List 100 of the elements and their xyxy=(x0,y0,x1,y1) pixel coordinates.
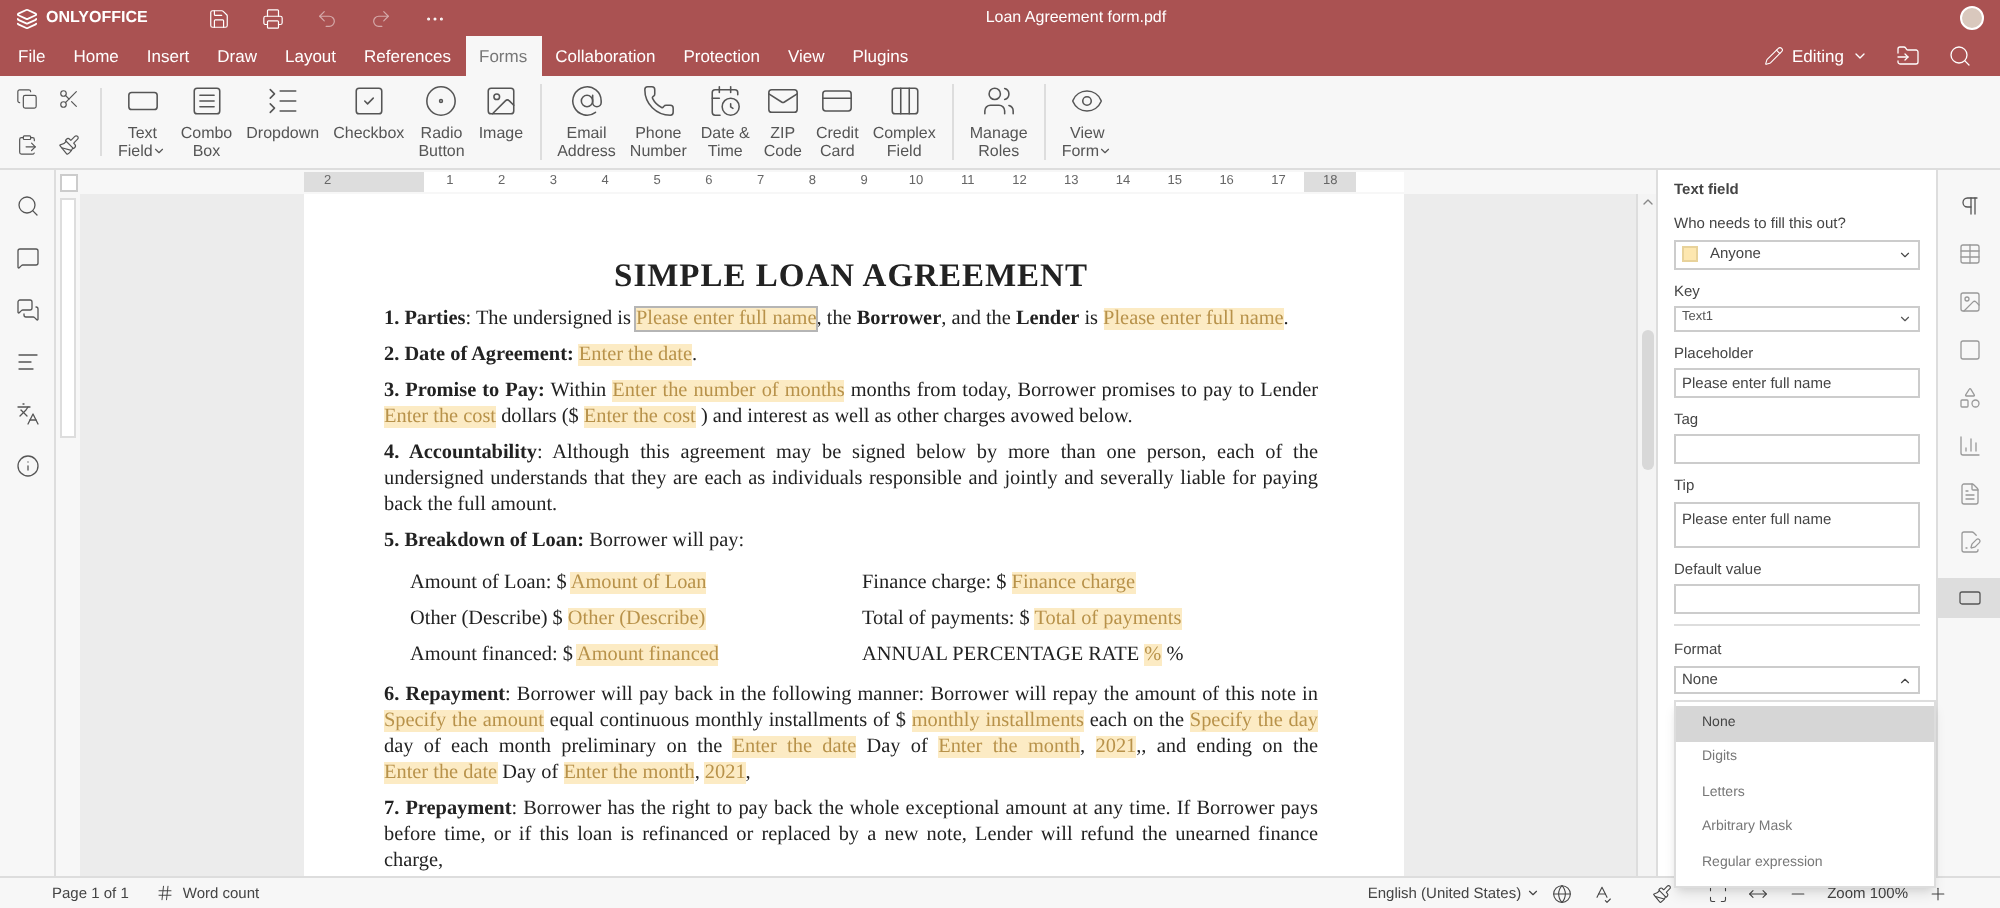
scissors-icon[interactable] xyxy=(58,88,80,110)
paragraph-text: Other (Describe) $ xyxy=(410,607,565,629)
paragraph-text: ,, and ending on the xyxy=(1136,736,1318,758)
paragraph-icon[interactable] xyxy=(1957,194,1981,218)
image-icon[interactable] xyxy=(1957,290,1981,314)
dropdown-icon xyxy=(265,84,300,118)
toolbar-button[interactable]: View Form xyxy=(1057,84,1117,160)
toolbar-button[interactable]: Text Field xyxy=(114,84,171,160)
menu-tab[interactable]: Collaboration xyxy=(541,36,670,76)
menu-tab[interactable]: View xyxy=(773,36,839,76)
paragraph-text: . xyxy=(692,344,698,366)
vertical-scrollbar[interactable] xyxy=(1636,194,1656,876)
paragraph-text: 7. Prepayment: Borrower has the right to pay back the whole exceptional amount at any time. If Borrower pays before time, or if this loan is refinanced or replaced by a new note, Lender will refund the unearned finance charge, xyxy=(384,798,1318,872)
toolbar-button[interactable]: Combo Box xyxy=(176,84,237,160)
copy-icon[interactable] xyxy=(16,88,38,110)
shapes-icon[interactable] xyxy=(1957,386,1981,410)
signature-icon[interactable] xyxy=(1957,530,1981,554)
input-field[interactable] xyxy=(1674,583,1920,614)
image-icon xyxy=(483,84,518,118)
phone-icon xyxy=(641,84,676,118)
paragraph-text: 4. Accountability: Although this agreement may be signed below by more than one person, each of the undersigned understands that they are each as individuals responsible and jointly and severally liable for paying back the full amount. xyxy=(384,442,1318,516)
word-count-icon[interactable] xyxy=(156,884,175,902)
app-logo: ONLYOFFICE xyxy=(46,6,148,30)
translate-icon[interactable] xyxy=(15,402,39,426)
document-title: SIMPLE LOAN AGREEMENT xyxy=(612,258,1090,294)
comment-icon[interactable] xyxy=(15,246,39,270)
caret-icon xyxy=(1898,247,1912,261)
paragraph-text: Amount financed: $ xyxy=(410,643,575,665)
paragraph-text: Day of xyxy=(500,762,561,784)
caret-icon xyxy=(1639,194,1655,210)
paragraph-text: each on the xyxy=(1087,710,1186,732)
combo-box-icon xyxy=(189,84,224,118)
menu-tab[interactable]: Layout xyxy=(271,36,351,76)
toolbar-button[interactable]: Date & Time xyxy=(696,84,754,160)
caret-icon xyxy=(1898,311,1912,326)
toolbar-button[interactable]: Image xyxy=(474,84,528,142)
save-icon[interactable] xyxy=(207,7,230,29)
paste-icon[interactable] xyxy=(16,134,38,156)
toolbar-button[interactable]: Email Address xyxy=(553,84,620,160)
paragraph-text: % xyxy=(1164,643,1184,665)
paragraph-text: 5. Breakdown of Loan: Borrower will pay: xyxy=(384,530,745,552)
envelope-icon xyxy=(765,84,800,118)
menu-tab[interactable]: Plugins xyxy=(838,36,923,76)
toolbar-button[interactable]: ZIP Code xyxy=(759,84,806,160)
paragraph-text: 1. Parties: The undersigned is xyxy=(384,308,633,330)
paragraph-text: equal continuous monthly installments of $ xyxy=(547,710,908,732)
menu-tab[interactable]: Home xyxy=(59,36,133,76)
toolbar-button[interactable]: Manage Roles xyxy=(965,84,1032,160)
brush-icon[interactable] xyxy=(58,134,80,156)
caret-icon xyxy=(1098,144,1113,158)
credit-card-icon xyxy=(820,84,855,118)
paragraph-text: . xyxy=(1283,308,1289,330)
folder-icon[interactable] xyxy=(1896,44,1920,68)
menu-tab[interactable]: Draw xyxy=(203,36,271,76)
info-icon[interactable] xyxy=(15,454,39,478)
paragraph-text: Finance charge: $ xyxy=(862,571,1009,593)
input-field[interactable] xyxy=(1674,434,1920,465)
menu-tab[interactable]: References xyxy=(350,36,465,76)
navigation-icon[interactable] xyxy=(15,350,39,374)
paragraph-text: 2. Date of Agreement: xyxy=(384,344,576,366)
caret-icon xyxy=(1525,886,1540,900)
paragraph-text: , xyxy=(694,762,702,784)
menu-tab[interactable]: File xyxy=(4,36,60,76)
menu-tab[interactable]: Forms xyxy=(465,36,542,76)
search-icon[interactable] xyxy=(15,194,39,218)
toolbar-button[interactable]: Credit Card xyxy=(811,84,863,160)
paragraph-text: ANNUAL PERCENTAGE RATE xyxy=(862,643,1142,665)
table-icon[interactable] xyxy=(1957,242,1981,266)
paragraph-text: ) and interest as well as other charges avowed below. xyxy=(698,406,1133,428)
menu-tab[interactable]: Insert xyxy=(132,36,204,76)
paragraph-text: Total of payments: $ xyxy=(862,607,1032,629)
zoom-in-icon[interactable] xyxy=(1928,883,1948,903)
editing-mode-button[interactable]: Editing xyxy=(1764,43,1868,69)
toolbar-button[interactable]: Checkbox xyxy=(329,84,409,142)
globe-icon[interactable] xyxy=(1551,883,1572,903)
search-icon[interactable] xyxy=(1948,44,1972,68)
spell-check-icon[interactable] xyxy=(1591,883,1612,903)
form-settings-tab[interactable] xyxy=(1938,578,2000,618)
pencil-icon xyxy=(1764,46,1784,66)
toolbar-button[interactable]: Radio Button xyxy=(414,84,469,160)
toolbar-button[interactable]: Dropdown xyxy=(242,84,324,142)
paragraph-text: , the Borrower, and the Lender is xyxy=(816,308,1100,330)
users-icon xyxy=(981,84,1016,118)
paragraph-text: 6. Repayment: Borrower will pay back in the following manner: Borrower will repay the amount of this note in xyxy=(384,684,1318,706)
role-swatch xyxy=(1682,246,1698,262)
paragraph-text: Amount of Loan: $ xyxy=(410,571,569,593)
menu-tab[interactable]: Protection xyxy=(669,36,774,76)
paragraph-text: Day of xyxy=(864,736,930,758)
text-field-icon xyxy=(1957,586,1981,610)
eye-icon xyxy=(1070,84,1105,118)
print-icon[interactable] xyxy=(261,7,284,29)
caret-icon xyxy=(152,144,167,158)
caret-icon xyxy=(1898,673,1912,687)
at-sign-icon xyxy=(569,84,604,118)
avatar[interactable] xyxy=(1960,6,1984,30)
window-title: Loan Agreement form.pdf xyxy=(985,6,1167,30)
toolbar-button[interactable]: Complex Field xyxy=(868,84,940,160)
toolbar-button[interactable]: Phone Number xyxy=(625,84,691,160)
chat-icon[interactable] xyxy=(15,298,39,322)
paragraph-text: , xyxy=(745,762,751,784)
